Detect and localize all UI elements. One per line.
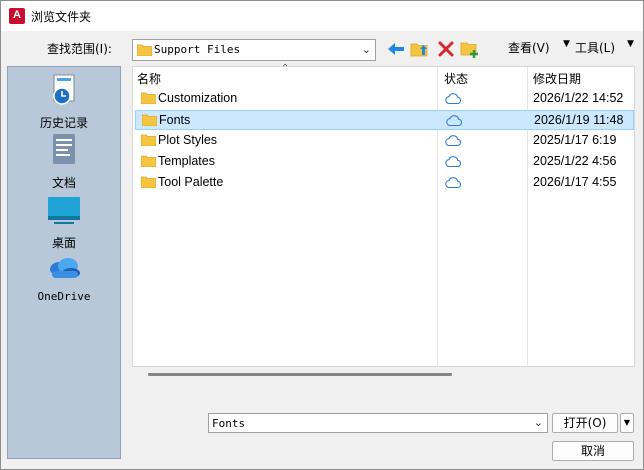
open-options-dropdown-icon[interactable]: ▼ xyxy=(620,413,634,433)
place-history[interactable]: 历史记录 xyxy=(8,73,120,131)
cloud-status-icon xyxy=(446,115,462,127)
place-documents[interactable]: 文档 xyxy=(8,133,120,191)
look-in-label: 查找范围(I): xyxy=(47,42,112,56)
documents-icon xyxy=(53,134,75,164)
file-modified-date: 2026/1/17 4:55 xyxy=(533,175,617,189)
place-label: OneDrive xyxy=(37,290,91,303)
chevron-down-icon[interactable]: ⌄ xyxy=(362,43,371,56)
up-folder-icon xyxy=(410,43,428,57)
back-button[interactable] xyxy=(385,38,407,60)
file-modified-date: 2026/1/22 14:52 xyxy=(533,91,624,105)
horizontal-scrollbar[interactable] xyxy=(148,373,452,376)
place-label: 文档 xyxy=(51,176,76,190)
delete-icon xyxy=(438,41,454,57)
folder-icon xyxy=(141,176,156,188)
sort-ascending-icon: ⌃ xyxy=(281,63,290,74)
folder-icon xyxy=(142,114,157,126)
folder-name-field[interactable]: Fonts ⌄ xyxy=(208,413,548,433)
place-label: 历史记录 xyxy=(39,116,88,130)
onedrive-icon xyxy=(50,258,80,278)
tools-menu[interactable]: 工具(L) xyxy=(575,39,615,56)
file-list[interactable]: ⌃ 名称 状态 修改日期 Customization 2026/1/22 14:5… xyxy=(132,63,635,367)
file-modified-date: 2026/1/19 11:48 xyxy=(534,113,624,127)
folder-icon xyxy=(141,134,156,146)
folder-icon xyxy=(141,92,156,104)
back-arrow-icon xyxy=(388,43,404,55)
new-folder-icon xyxy=(460,42,478,58)
file-name: Tool Palette xyxy=(158,175,224,189)
file-row[interactable]: Customization 2026/1/22 14:52 xyxy=(135,89,634,109)
place-desktop[interactable]: 桌面 xyxy=(8,193,120,251)
look-in-dropdown[interactable]: Support Files ⌄ xyxy=(132,39,376,61)
view-dropdown-icon[interactable]: ▼ xyxy=(563,39,570,49)
file-name: Fonts xyxy=(159,113,191,127)
file-row[interactable]: Fonts 2026/1/19 11:48 xyxy=(135,110,634,130)
cancel-button[interactable]: 取消 xyxy=(552,441,634,461)
up-one-level-button[interactable] xyxy=(409,38,431,60)
file-row[interactable]: Templates 2025/1/22 4:56 xyxy=(135,152,634,172)
column-header-name[interactable]: 名称 xyxy=(137,70,161,87)
cloud-status-icon xyxy=(445,177,461,189)
place-label: 桌面 xyxy=(51,236,76,250)
new-folder-button[interactable] xyxy=(459,38,481,60)
title-bar: A 浏览文件夹 xyxy=(1,1,643,31)
look-in-value: Support Files xyxy=(154,43,241,56)
tools-dropdown-icon[interactable]: ▼ xyxy=(627,39,634,49)
cloud-status-icon xyxy=(445,135,461,147)
chevron-down-icon[interactable]: ⌄ xyxy=(534,416,543,429)
file-row[interactable]: Tool Palette 2026/1/17 4:55 xyxy=(135,173,634,193)
history-icon xyxy=(53,74,75,105)
file-modified-date: 2025/1/17 6:19 xyxy=(533,133,617,147)
delete-button[interactable] xyxy=(435,38,457,60)
place-onedrive[interactable]: OneDrive xyxy=(8,253,120,303)
file-row[interactable]: Plot Styles 2025/1/17 6:19 xyxy=(135,131,634,151)
column-header-date[interactable]: 修改日期 xyxy=(533,70,581,87)
cloud-status-icon xyxy=(445,93,461,105)
browse-folder-dialog: A 浏览文件夹 查找范围(I): Support Files ⌄ 查看(V) ▼… xyxy=(0,0,644,470)
folder-icon xyxy=(137,44,152,56)
cloud-status-icon xyxy=(445,156,461,168)
autocad-app-icon: A xyxy=(9,8,25,24)
view-menu[interactable]: 查看(V) xyxy=(508,39,550,56)
file-name: Customization xyxy=(158,91,238,105)
dialog-title: 浏览文件夹 xyxy=(31,10,92,24)
places-bar: 历史记录 文档 桌面 OneDrive xyxy=(7,66,121,459)
column-header-status[interactable]: 状态 xyxy=(444,70,468,87)
folder-icon xyxy=(141,155,156,167)
folder-name-value: Fonts xyxy=(212,417,246,430)
desktop-icon xyxy=(48,197,80,224)
open-button[interactable]: 打开(O) xyxy=(552,413,618,433)
file-modified-date: 2025/1/22 4:56 xyxy=(533,154,617,168)
file-name: Templates xyxy=(158,154,215,168)
file-name: Plot Styles xyxy=(158,133,218,147)
